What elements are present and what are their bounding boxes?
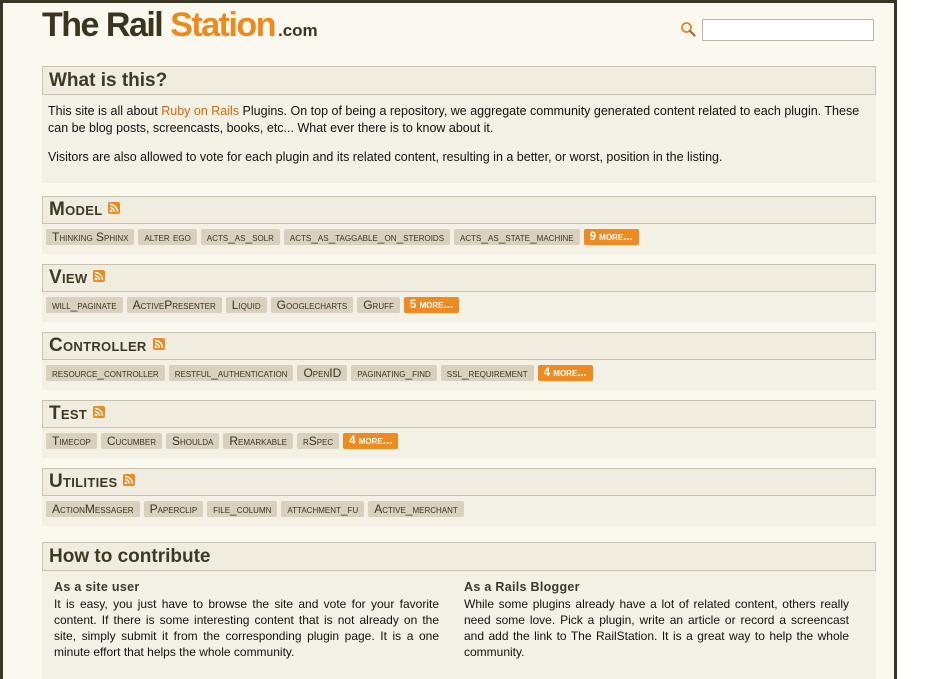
more-plugins-button[interactable]: 4 more... xyxy=(343,433,399,449)
logo-text-com: .com xyxy=(277,21,318,40)
category-heading-0[interactable]: Model xyxy=(42,196,876,224)
site-user-title: As a site user xyxy=(54,580,140,594)
plugin-tag[interactable]: Timecop xyxy=(46,433,97,449)
how-to-contribute-body: As a site user It is easy, you just have… xyxy=(42,571,876,679)
search-icon xyxy=(681,22,696,37)
category-heading-4[interactable]: Utilities xyxy=(42,468,876,496)
category-name[interactable]: Utilities xyxy=(49,471,117,492)
plugin-tag[interactable]: Liquid xyxy=(225,297,267,313)
how-to-contribute-heading: How to contribute xyxy=(42,542,876,571)
plugin-tag[interactable]: OpenID xyxy=(297,365,348,381)
category-name[interactable]: Test xyxy=(49,403,87,424)
category-tags-3: Timecop Cucumber Shoulda Remarkable rSpec 4 m… xyxy=(42,428,876,458)
intro-paragraph: This site is all about Ruby on Rails Plu… xyxy=(48,103,870,137)
plugin-tag[interactable]: will_paginate xyxy=(46,297,123,313)
rails-blogger-title: As a Rails Blogger xyxy=(464,580,580,594)
plugin-tag[interactable]: Remarkable xyxy=(223,433,293,449)
rss-feed-icon[interactable] xyxy=(108,202,121,214)
plugin-tag[interactable]: paginating_find xyxy=(351,365,437,381)
search-input[interactable] xyxy=(702,19,874,41)
logo-text-rail: The Rail xyxy=(42,6,164,44)
plugin-tag[interactable]: ActivePresenter xyxy=(126,297,222,313)
category-tags-1: will_paginate ActivePresenter Liquid Google… xyxy=(42,292,876,322)
logo-text-station: Station xyxy=(170,6,276,44)
plugin-tag[interactable]: acts_as_solr xyxy=(200,229,280,245)
plugin-tag[interactable]: rSpec xyxy=(296,433,340,449)
plugin-tag[interactable]: acts_as_taggable_on_steroids xyxy=(283,229,451,245)
rss-feed-icon[interactable] xyxy=(93,406,106,418)
category-tags-2: resource_controller restful_authenticatio… xyxy=(42,360,876,390)
what-is-this-heading: What is this? xyxy=(42,66,876,95)
rails-blogger-text: While some plugins already have a lot of… xyxy=(464,597,849,659)
category-heading-1[interactable]: View xyxy=(42,264,876,292)
site-user-column: As a site user It is easy, you just have… xyxy=(54,579,439,660)
site-logo[interactable]: The Rail Station .com xyxy=(42,6,318,48)
plugin-tag[interactable]: Paperclip xyxy=(143,501,204,517)
more-plugins-button[interactable]: 4 more... xyxy=(537,365,593,381)
plugin-tag[interactable]: Gruff xyxy=(357,297,400,313)
rails-blogger-column: As a Rails Blogger While some plugins al… xyxy=(464,579,849,660)
rss-feed-icon[interactable] xyxy=(123,474,136,486)
category-tags-4: ActionMessager Paperclip file_column attach… xyxy=(42,496,876,526)
ruby-on-rails-link[interactable]: Ruby on Rails xyxy=(161,104,239,118)
rss-feed-icon[interactable] xyxy=(93,270,106,282)
category-heading-2[interactable]: Controller xyxy=(42,332,876,360)
plugin-tag[interactable]: restful_authentication xyxy=(168,365,294,381)
plugin-tag[interactable]: ssl_requirement xyxy=(440,365,534,381)
plugin-tag[interactable]: Cucumber xyxy=(100,433,163,449)
plugin-tag[interactable]: acts_as_state_machine xyxy=(454,229,580,245)
category-name[interactable]: Controller xyxy=(49,335,147,356)
more-plugins-button[interactable]: 9 more... xyxy=(583,229,639,245)
intro-text-start: This site is all about xyxy=(48,104,162,118)
plugin-tag[interactable]: Thinking Sphinx xyxy=(46,229,135,245)
plugin-tag[interactable]: resource_controller xyxy=(46,365,165,381)
category-name[interactable]: Model xyxy=(49,199,102,220)
plugin-tag[interactable]: attachment_fu xyxy=(281,501,365,517)
plugin-tag[interactable]: Shoulda xyxy=(166,433,220,449)
site-user-text: It is easy, you just have to browse the … xyxy=(54,597,439,659)
rss-feed-icon[interactable] xyxy=(152,338,165,350)
category-name[interactable]: View xyxy=(49,267,87,288)
what-is-this-body: This site is all about Ruby on Rails Plu… xyxy=(42,95,876,183)
plugin-tag[interactable]: Active_merchant xyxy=(368,501,464,517)
plugin-tag[interactable]: file_column xyxy=(207,501,278,517)
plugin-tag[interactable]: Googlecharts xyxy=(270,297,354,313)
category-heading-3[interactable]: Test xyxy=(42,400,876,428)
category-tags-0: Thinking Sphinx alter ego acts_as_solr acts… xyxy=(42,224,876,254)
plugin-tag[interactable]: ActionMessager xyxy=(46,501,140,517)
voting-paragraph: Visitors are also allowed to vote for ea… xyxy=(48,150,723,164)
more-plugins-button[interactable]: 5 more... xyxy=(403,297,460,313)
plugin-tag[interactable]: alter ego xyxy=(138,229,197,245)
